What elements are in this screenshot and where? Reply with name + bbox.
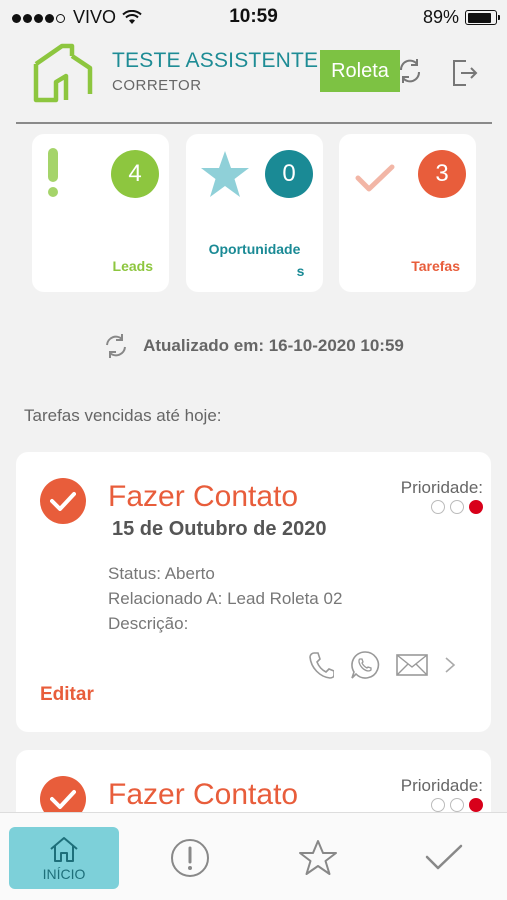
alert-icon: [171, 839, 209, 877]
task-card[interactable]: Fazer Contato 15 de Outubro de 2020 Prio…: [16, 452, 491, 732]
task-card[interactable]: Fazer Contato Prioridade:: [16, 750, 491, 822]
nav-home-label: INÍCIO: [42, 865, 86, 882]
tasks-count: 3: [418, 150, 466, 198]
battery-icon: [465, 10, 500, 25]
last-updated-text: Atualizado em: 16-10-2020 10:59: [143, 336, 404, 355]
whatsapp-icon[interactable]: [350, 650, 380, 680]
task-title: Fazer Contato: [108, 778, 299, 811]
nav-tasks[interactable]: [414, 827, 474, 889]
star-icon: [299, 840, 337, 875]
priority-indicator: [431, 798, 483, 812]
tasks-card[interactable]: 3 Tarefas: [339, 134, 476, 292]
home-icon: [50, 836, 78, 862]
priority-label: Prioridade:: [400, 478, 483, 497]
priority-dot: [469, 500, 483, 514]
task-title: Fazer Contato: [108, 480, 299, 513]
leads-count: 4: [111, 150, 159, 198]
app-logo-icon: [33, 43, 93, 103]
edit-link[interactable]: Editar: [40, 684, 94, 706]
priority-dot: [450, 500, 464, 514]
nav-home[interactable]: INÍCIO: [9, 827, 119, 889]
leads-card[interactable]: 4 Leads: [32, 134, 169, 292]
status-bar: VIVO 10:59 89%: [0, 0, 507, 34]
priority-indicator: [431, 500, 483, 514]
nav-opportunities[interactable]: [288, 827, 348, 889]
nav-leads[interactable]: [160, 827, 220, 889]
refresh-icon[interactable]: [103, 332, 129, 360]
task-date: 15 de Outubro de 2020: [112, 518, 327, 540]
logout-icon[interactable]: [452, 59, 478, 87]
task-related: Relacionado A: Lead Roleta 02: [108, 589, 343, 608]
battery-info: 89%: [422, 7, 500, 28]
roleta-button[interactable]: Roleta: [320, 50, 400, 92]
priority-label: Prioridade:: [400, 776, 483, 795]
section-title: Tarefas vencidas até hoje:: [24, 406, 222, 425]
task-check-icon[interactable]: [40, 478, 86, 524]
bottom-nav: INÍCIO: [0, 812, 507, 900]
mail-icon[interactable]: [396, 654, 428, 676]
task-status: Status: Aberto: [108, 564, 215, 583]
check-icon: [425, 844, 463, 870]
tasks-label: Tarefas: [411, 258, 460, 274]
app-header: TESTE ASSISTENTE CORRETOR Roleta: [0, 34, 507, 124]
opportunities-card[interactable]: 0 Oportunidade s: [186, 134, 323, 292]
priority-dot: [431, 500, 445, 514]
priority-dot: [469, 798, 483, 812]
sync-icon[interactable]: [396, 56, 424, 86]
priority-dot: [431, 798, 445, 812]
battery-percent: 89%: [422, 7, 459, 27]
last-updated: Atualizado em: 16-10-2020 10:59: [0, 332, 507, 360]
leads-label: Leads: [112, 258, 153, 274]
star-icon: [201, 151, 249, 197]
header-divider: [16, 122, 492, 124]
task-actions: [308, 650, 456, 680]
check-icon: [355, 164, 395, 192]
opportunities-label: Oportunidade s: [208, 241, 305, 279]
chevron-right-icon[interactable]: [444, 656, 456, 674]
task-description: Descrição:: [108, 614, 189, 633]
priority-dot: [450, 798, 464, 812]
exclamation-icon: [48, 148, 58, 197]
opportunities-count: 0: [265, 150, 313, 198]
phone-icon[interactable]: [308, 651, 334, 679]
user-name: TESTE ASSISTENTE: [112, 49, 319, 72]
user-role: CORRETOR: [112, 77, 202, 94]
